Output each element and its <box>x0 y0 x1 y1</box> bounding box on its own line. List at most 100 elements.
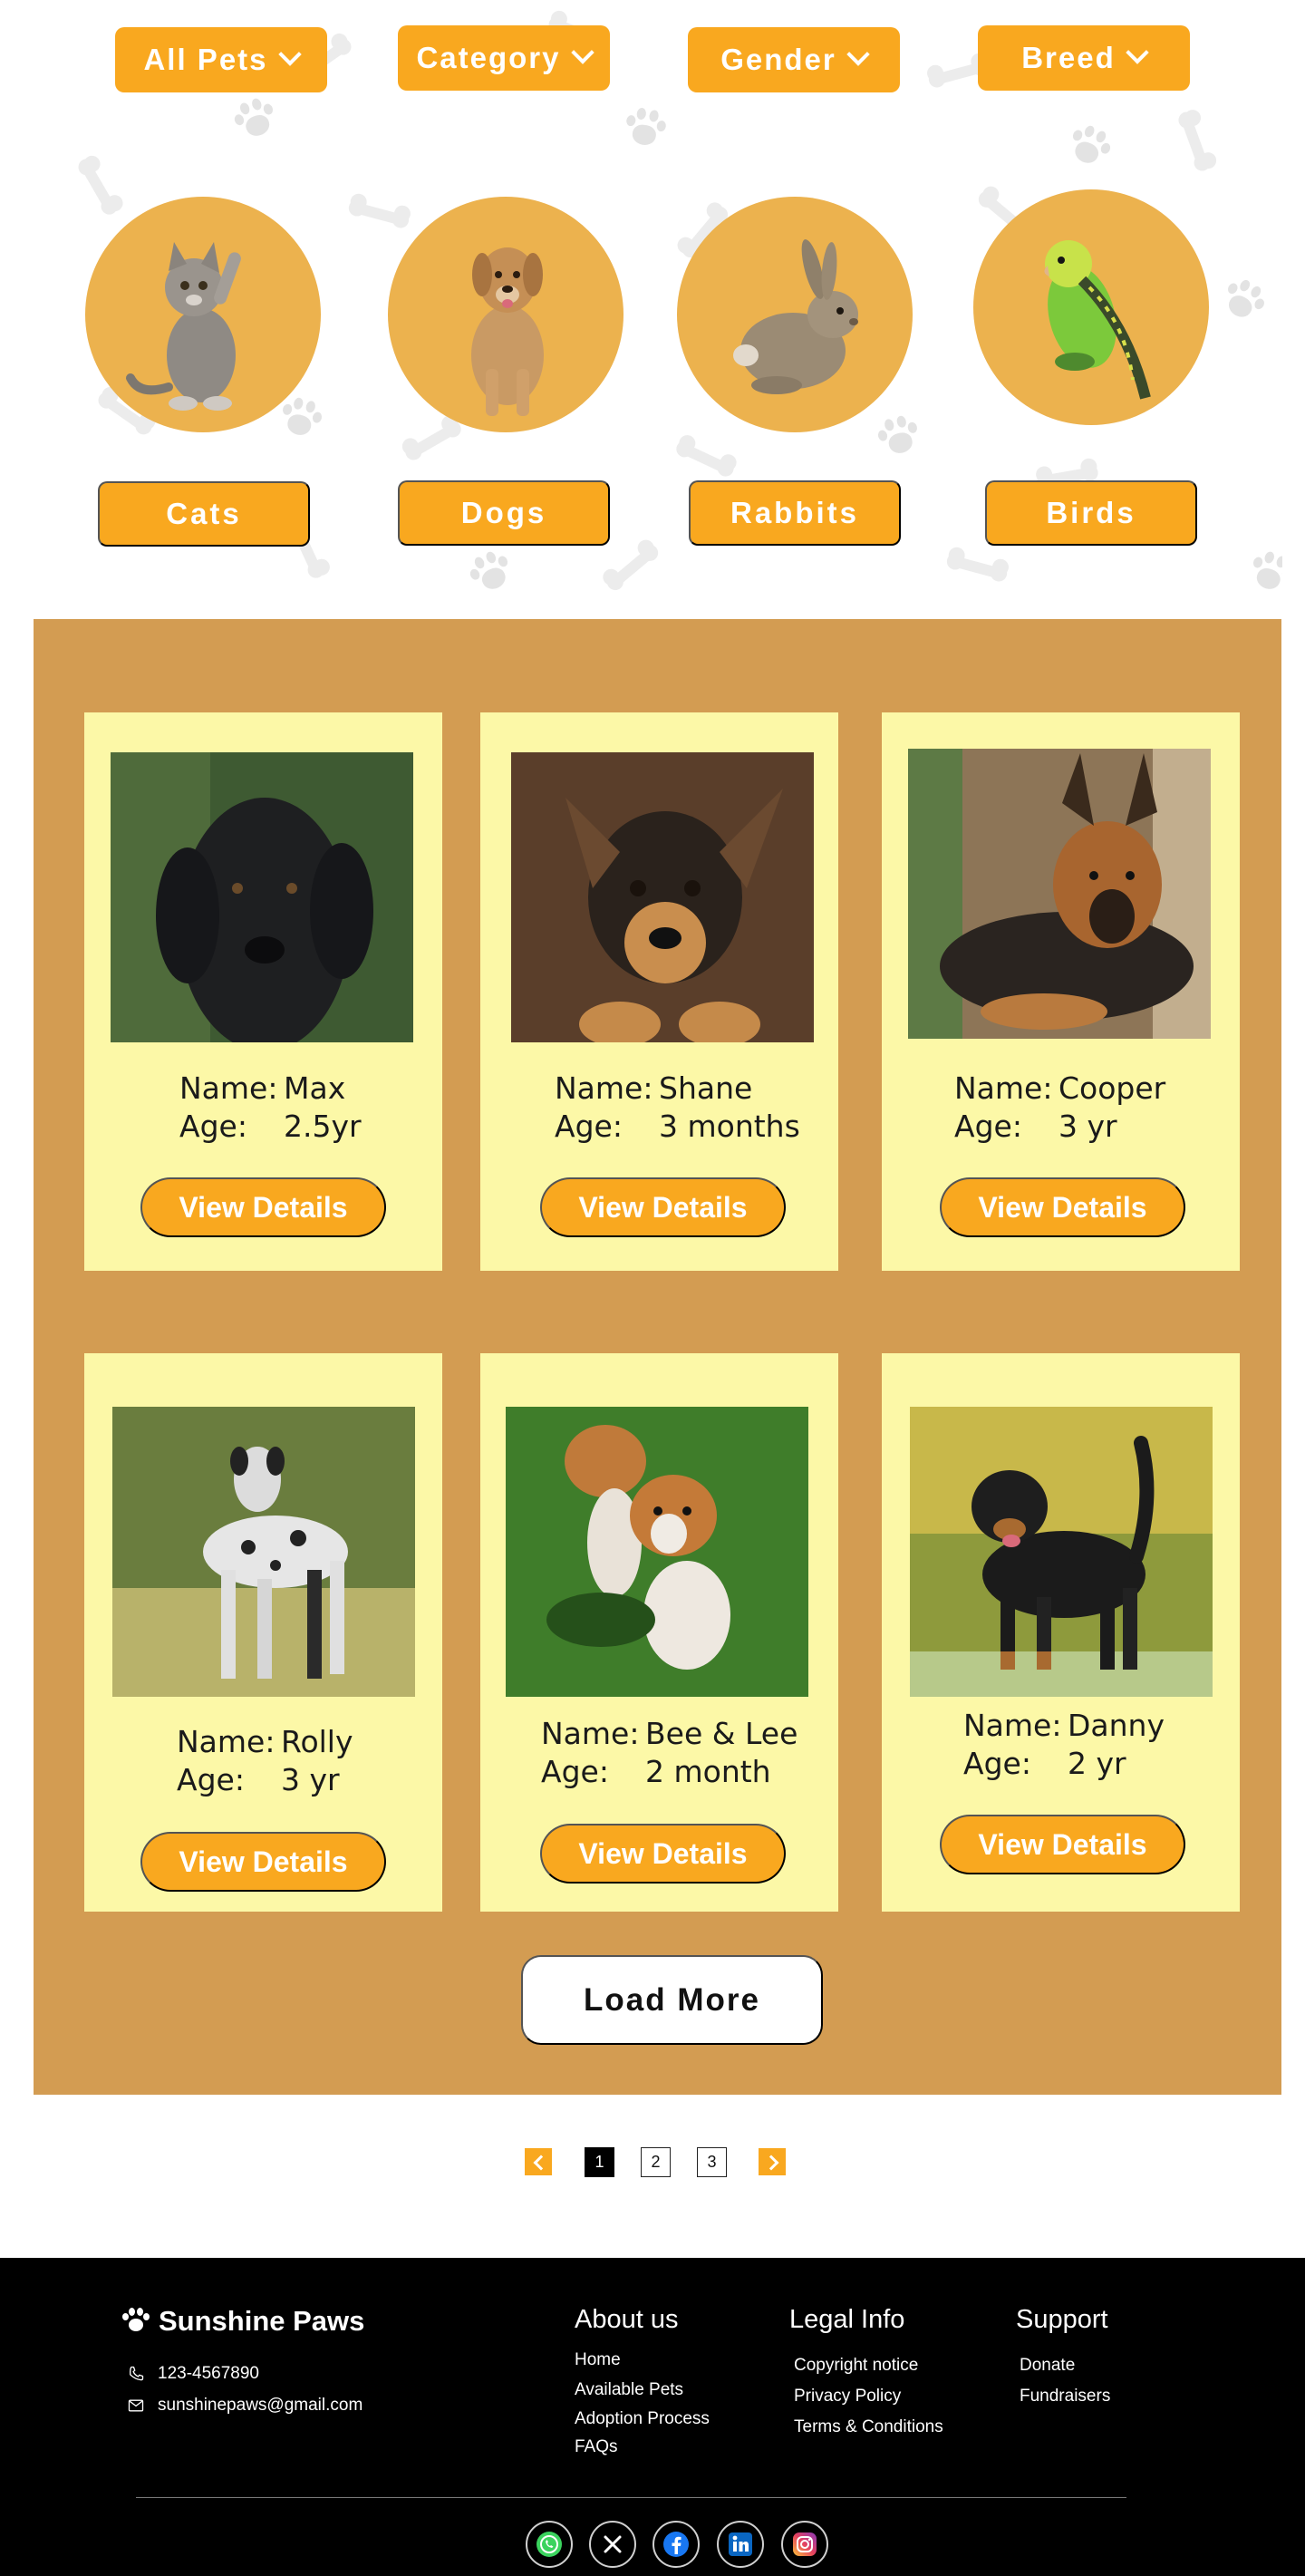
chevron-left-icon[interactable] <box>525 2148 552 2175</box>
about-us-heading: About us <box>575 2305 679 2334</box>
view-details-button[interactable]: View Details <box>140 1177 386 1237</box>
age-label: Age: <box>555 1109 623 1144</box>
view-details-button[interactable]: View Details <box>140 1832 386 1892</box>
pet-name: Bee & Lee <box>645 1716 798 1751</box>
pet-listing-section: Name: Max Age: 2.5yr View Details Name: … <box>34 619 1281 2095</box>
age-label: Age: <box>963 1746 1031 1781</box>
brand-name: Sunshine Paws <box>159 2305 365 2337</box>
whatsapp-icon[interactable] <box>526 2521 573 2568</box>
paw-icon <box>122 2308 150 2335</box>
footer-link-faqs[interactable]: FAQs <box>575 2437 618 2457</box>
filter-label: Breed <box>1021 41 1116 74</box>
name-label: Name: <box>963 1708 1062 1743</box>
category-dogs-button[interactable]: Dogs <box>398 480 610 546</box>
email-contact[interactable]: sunshinepaws@gmail.com <box>127 2396 362 2416</box>
dog-image[interactable] <box>388 197 624 432</box>
footer-link-home[interactable]: Home <box>575 2350 621 2370</box>
legal-info-heading: Legal Info <box>789 2305 905 2334</box>
pet-card: Name: Bee & Lee Age: 2 month View Details <box>480 1353 838 1912</box>
pet-photo[interactable] <box>112 1407 415 1697</box>
pet-card: Name: Max Age: 2.5yr View Details <box>84 712 442 1271</box>
filter-gender-dropdown[interactable]: Gender <box>688 27 900 92</box>
phone-number: 123-4567890 <box>158 2364 259 2383</box>
chevron-right-icon[interactable] <box>759 2148 786 2175</box>
footer-link-privacy-policy[interactable]: Privacy Policy <box>794 2387 901 2407</box>
pet-card: Name: Rolly Age: 3 yr View Details <box>84 1353 442 1912</box>
instagram-icon[interactable] <box>781 2521 828 2568</box>
age-label: Age: <box>541 1754 609 1789</box>
category-rabbits-button[interactable]: Rabbits <box>689 480 901 546</box>
pet-photo[interactable] <box>910 1407 1213 1697</box>
pet-card: Name: Shane Age: 3 months View Details <box>480 712 838 1271</box>
page-button[interactable]: 2 <box>641 2147 671 2177</box>
age-label: Age: <box>954 1109 1022 1144</box>
bird-image[interactable] <box>973 189 1209 425</box>
footer: Sunshine Paws 123-4567890 sunshinepaws@g… <box>0 2258 1305 2576</box>
pet-card: Name: Cooper Age: 3 yr View Details <box>882 712 1240 1271</box>
linkedin-icon[interactable] <box>717 2521 764 2568</box>
category-cats-button[interactable]: Cats <box>98 481 310 547</box>
support-heading: Support <box>1016 2305 1108 2334</box>
pet-photo[interactable] <box>908 749 1211 1039</box>
chevron-down-icon <box>572 44 592 64</box>
filter-label: Category <box>416 41 561 74</box>
name-label: Name: <box>954 1070 1053 1106</box>
view-details-button[interactable]: View Details <box>940 1815 1185 1874</box>
pet-info: Name: Cooper Age: 3 yr <box>882 1070 1240 1146</box>
rabbit-image[interactable] <box>677 197 913 432</box>
filter-label: Gender <box>720 43 836 76</box>
filter-label: All Pets <box>143 43 268 76</box>
pet-name: Cooper <box>1058 1070 1166 1106</box>
footer-link-available-pets[interactable]: Available Pets <box>575 2380 683 2400</box>
cat-image[interactable] <box>85 197 321 432</box>
pet-info: Name: Shane Age: 3 months <box>480 1070 838 1146</box>
facebook-icon[interactable] <box>652 2521 700 2568</box>
view-details-button[interactable]: View Details <box>940 1177 1185 1237</box>
category-birds-button[interactable]: Birds <box>985 480 1197 546</box>
pet-age: 2.5yr <box>284 1109 362 1144</box>
pet-name: Shane <box>659 1070 753 1106</box>
page-button[interactable]: 3 <box>697 2147 727 2177</box>
email-address: sunshinepaws@gmail.com <box>158 2396 363 2415</box>
pet-age: 3 yr <box>1058 1109 1117 1144</box>
pet-photo[interactable] <box>511 752 814 1042</box>
age-label: Age: <box>179 1109 247 1144</box>
footer-link-fundraisers[interactable]: Fundraisers <box>1020 2387 1110 2407</box>
name-label: Name: <box>179 1070 278 1106</box>
pet-age: 2 yr <box>1068 1746 1126 1781</box>
age-label: Age: <box>177 1762 245 1797</box>
footer-link-donate[interactable]: Donate <box>1020 2356 1075 2376</box>
category-section: All Pets Category Gender Breed Cats Dogs… <box>0 0 1305 607</box>
pet-age: 2 month <box>645 1754 771 1789</box>
name-label: Name: <box>541 1716 640 1751</box>
pet-info: Name: Bee & Lee Age: 2 month <box>480 1715 838 1791</box>
name-label: Name: <box>177 1724 276 1759</box>
filter-breed-dropdown[interactable]: Breed <box>978 25 1190 91</box>
phone-contact[interactable]: 123-4567890 <box>127 2364 259 2384</box>
filter-category-dropdown[interactable]: Category <box>398 25 610 91</box>
view-details-button[interactable]: View Details <box>540 1177 786 1237</box>
filter-all-pets-dropdown[interactable]: All Pets <box>115 27 327 92</box>
pet-name: Max <box>284 1070 346 1106</box>
pet-name: Danny <box>1068 1708 1165 1743</box>
chevron-down-icon <box>1126 44 1146 64</box>
pet-age: 3 yr <box>281 1762 340 1797</box>
pet-card: Name: Danny Age: 2 yr View Details <box>882 1353 1240 1912</box>
x-icon[interactable] <box>589 2521 636 2568</box>
mail-icon <box>128 2399 144 2412</box>
footer-link-copyright-notice[interactable]: Copyright notice <box>794 2356 918 2376</box>
footer-link-adoption-process[interactable]: Adoption Process <box>575 2409 710 2429</box>
pet-info: Name: Danny Age: 2 yr <box>882 1707 1240 1783</box>
view-details-button[interactable]: View Details <box>540 1824 786 1884</box>
brand[interactable]: Sunshine Paws <box>122 2305 364 2338</box>
footer-link-terms-conditions[interactable]: Terms & Conditions <box>794 2417 943 2437</box>
phone-icon <box>130 2366 144 2381</box>
load-more-button[interactable]: Load More <box>521 1955 823 2045</box>
page: All Pets Category Gender Breed Cats Dogs… <box>0 0 1305 2576</box>
chevron-down-icon <box>279 46 299 66</box>
pet-age: 3 months <box>659 1109 800 1144</box>
pet-photo[interactable] <box>111 752 413 1042</box>
page-button[interactable]: 1 <box>585 2147 614 2177</box>
chevron-down-icon <box>847 46 867 66</box>
pet-photo[interactable] <box>506 1407 808 1697</box>
